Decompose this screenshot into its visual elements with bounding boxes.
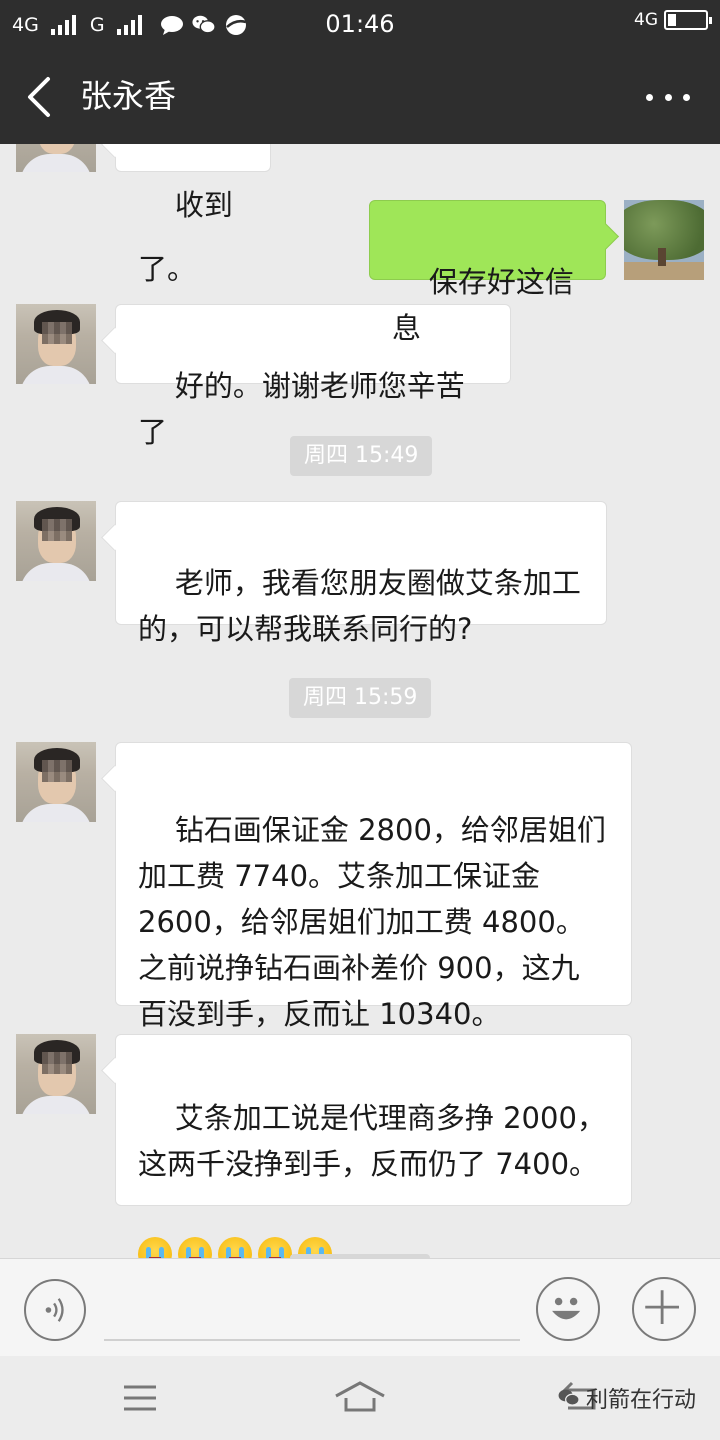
avatar-self[interactable] xyxy=(624,200,704,280)
wechat-icon xyxy=(558,1389,580,1406)
status-right: 4G xyxy=(634,10,712,30)
status-bar: 4G G 01:46 4G xyxy=(0,0,720,50)
menu-icon[interactable] xyxy=(122,1383,158,1413)
voice-input-icon[interactable] xyxy=(24,1279,86,1341)
chat-area[interactable]: 收到了。 保存好这信息 好的。谢谢老师您辛苦了 周四 15:49 老师，我看您朋… xyxy=(0,144,720,1258)
chevron-left-icon[interactable] xyxy=(22,75,56,119)
chat-header: 张永香 xyxy=(0,50,720,144)
avatar[interactable] xyxy=(16,501,96,581)
plus-icon[interactable] xyxy=(632,1277,696,1341)
crying-face-icon xyxy=(138,1237,172,1258)
message-bubble-received[interactable]: 艾条加工说是代理商多挣 2000， 这两千没挣到手，反而仍了 7400。 xyxy=(115,1034,632,1258)
clock: 01:46 xyxy=(325,10,395,38)
chat-title: 张永香 xyxy=(80,77,177,115)
message-text: 收到了。 xyxy=(138,188,233,286)
network-label-right: 4G xyxy=(634,10,658,30)
message-bubble-received[interactable]: 收到了。 xyxy=(115,144,271,286)
message-bubble-sent[interactable]: 保存好这信息 xyxy=(369,200,606,345)
avatar[interactable] xyxy=(16,144,96,172)
message-text: 老师，我看您朋友圈做艾条加工 的，可以帮我联系同行的? xyxy=(138,566,581,646)
home-icon[interactable] xyxy=(334,1380,386,1414)
crying-face-icon xyxy=(178,1237,212,1258)
avatar[interactable] xyxy=(16,1034,96,1114)
watermark-text: 利箭在行动 xyxy=(585,1388,696,1413)
message-text: 钻石画保证金 2800，给邻居姐们 加工费 7740。艾条加工保证金 2600，… xyxy=(138,813,606,1031)
crying-face-icon xyxy=(218,1237,252,1258)
message-input[interactable] xyxy=(104,1339,520,1341)
avatar[interactable] xyxy=(16,742,96,822)
timestamp: 周四 15:49 xyxy=(290,436,433,476)
message-text: 艾条加工说是代理商多挣 2000， 这两千没挣到手，反而仍了 7400。 xyxy=(138,1101,606,1181)
battery-icon xyxy=(664,10,712,30)
watermark: 利箭在行动 xyxy=(558,1382,696,1414)
message-bubble-received[interactable]: 钻石画保证金 2800，给邻居姐们 加工费 7740。艾条加工保证金 2600，… xyxy=(115,742,632,1031)
message-bubble-received[interactable]: 好的。谢谢老师您辛苦了 xyxy=(115,304,511,449)
system-nav-bar: 利箭在行动 xyxy=(0,1356,720,1440)
emoji-icon[interactable] xyxy=(536,1277,600,1341)
more-dots-icon[interactable] xyxy=(646,82,690,112)
avatar[interactable] xyxy=(16,304,96,384)
input-bar xyxy=(0,1258,720,1357)
message-bubble-received[interactable]: 老师，我看您朋友圈做艾条加工 的，可以帮我联系同行的? xyxy=(115,501,607,646)
timestamp: 周四 15:59 xyxy=(289,678,432,718)
crying-face-icon xyxy=(258,1237,292,1258)
